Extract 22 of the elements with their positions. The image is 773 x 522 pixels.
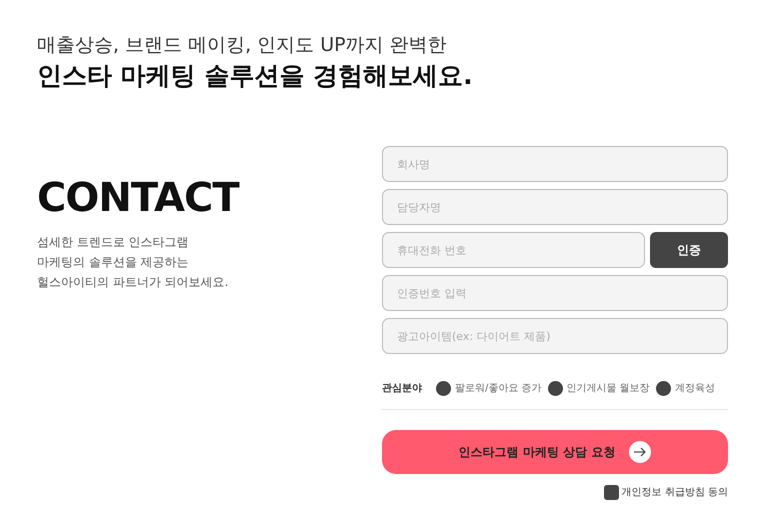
consent-checkbox[interactable] bbox=[604, 485, 619, 500]
description-line: 마케팅의 솔루션을 제공하는 bbox=[37, 254, 190, 271]
contact-title: CONTACT bbox=[37, 174, 240, 222]
input-field[interactable]: 광고아이템(ex: 다이어트 제품) bbox=[382, 318, 728, 354]
radio-label: 계정육성 bbox=[674, 382, 715, 396]
submit-button[interactable]: 인스타그램 마케팅 상담 요청 bbox=[382, 430, 728, 474]
input-field[interactable]: 휴대전화 번호 bbox=[382, 232, 645, 268]
radio-label: 팔로워/좋아요 증가 bbox=[455, 382, 542, 396]
radio-option[interactable]: 계정육성 bbox=[656, 381, 715, 396]
headline: 인스타 마케팅 솔루션을 경험해보세요. bbox=[37, 60, 474, 92]
subtitle: 매출상승, 브랜드 메이킹, 인지도 UP까지 완벽한 bbox=[37, 33, 448, 58]
interest-label: 관심분야 bbox=[382, 382, 422, 396]
radio-option[interactable]: 팔로워/좋아요 증가 bbox=[436, 381, 542, 396]
input-field[interactable]: 인증번호 입력 bbox=[382, 275, 728, 311]
description-line: 섬세한 트렌드로 인스타그램 bbox=[37, 234, 190, 251]
input-field[interactable]: 담당자명 bbox=[382, 189, 728, 225]
radio-option[interactable]: 인기게시물 월보장 bbox=[548, 381, 650, 396]
description-line: 헐스아이티의 파트너가 되어보세요. bbox=[37, 274, 230, 291]
verify-button[interactable]: 인증 bbox=[650, 232, 728, 268]
radio-label: 인기게시물 월보장 bbox=[566, 382, 650, 396]
consent-label: 개인정보 취급방침 동의 bbox=[622, 486, 728, 500]
input-field[interactable]: 회사명 bbox=[382, 146, 728, 182]
